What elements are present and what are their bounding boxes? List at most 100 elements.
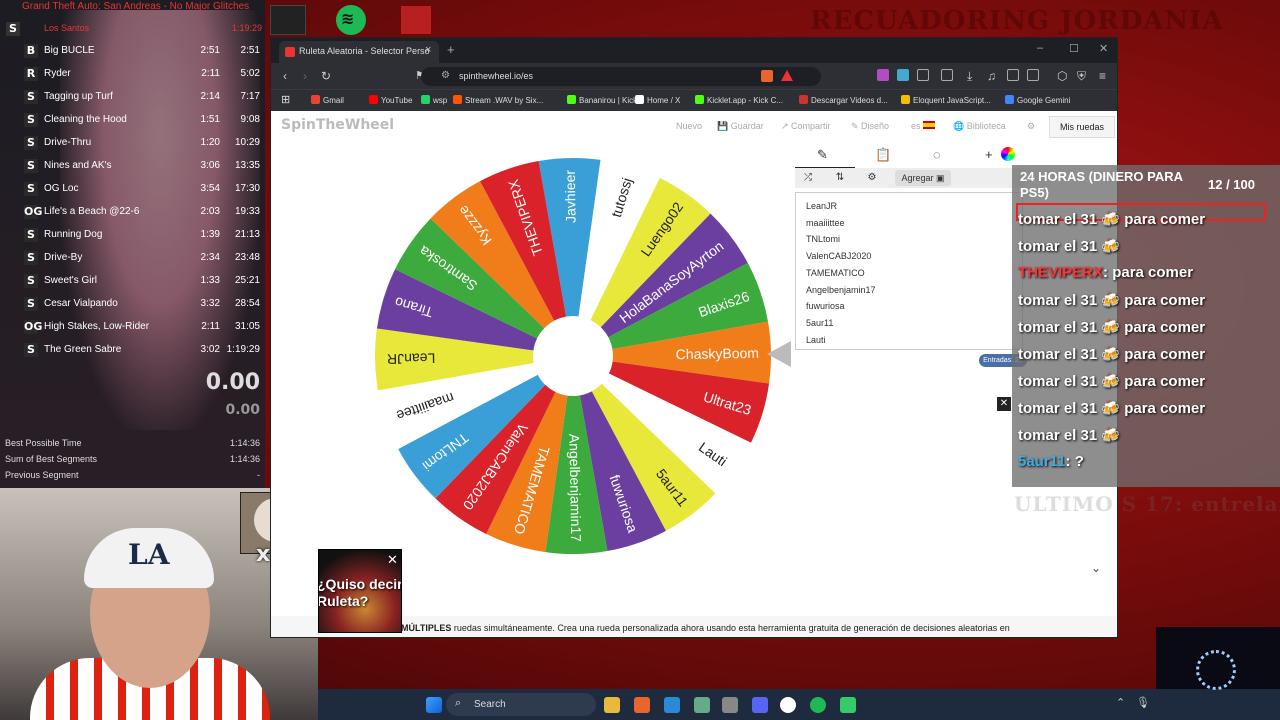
app-icon[interactable] xyxy=(694,697,710,713)
shield-icon[interactable]: ⛨ xyxy=(1077,69,1086,84)
popup-close-icon[interactable]: ✕ xyxy=(387,552,398,568)
entry-line: TNLtomi xyxy=(806,234,841,245)
chat-overlay: 24 HORAS (DINERO PARA PS5) 12 / 100 toma… xyxy=(1012,165,1280,487)
taskbar-search[interactable]: ⌕ Search xyxy=(446,693,596,716)
chat-text: tomar el 31 🍻 xyxy=(1018,427,1121,444)
color-wheel-icon[interactable] xyxy=(1001,147,1015,161)
file-explorer-icon[interactable] xyxy=(604,697,620,713)
menu-icon[interactable]: ≡ xyxy=(1099,69,1106,83)
microphone-icon[interactable]: 🎙 xyxy=(1136,696,1150,709)
new-tab-icon[interactable]: + xyxy=(447,42,455,57)
bookmark-item[interactable]: YouTube xyxy=(369,95,412,105)
minimize-icon[interactable]: – xyxy=(1037,42,1043,54)
chat-text: tomar el 31 🍻 para comer xyxy=(1018,211,1206,228)
split-segment-time: 1:20 xyxy=(200,137,220,148)
reload-icon[interactable]: ↻ xyxy=(321,69,331,83)
bookmark-item[interactable]: Gmail xyxy=(311,95,344,105)
close-ad-icon[interactable]: ✕ xyxy=(997,397,1011,411)
split-name: Tagging up Turf xyxy=(44,91,113,102)
last-sub-banner: ULTIMO S 17: entrelais xyxy=(1014,492,1280,516)
split-total-time: 28:54 xyxy=(234,298,260,309)
bookmark-item[interactable]: Google Gemini xyxy=(1005,95,1070,105)
split-segment-time: 2:34 xyxy=(200,252,220,263)
screenshot-icon[interactable] xyxy=(941,69,953,81)
split-row: S OG Loc 3:54 17:30 xyxy=(0,178,265,201)
results-tab-icon[interactable]: 📋 xyxy=(875,147,891,163)
entries-textarea[interactable]: LeanJR maaiiittee TNLtomi ValenCABJ2020 TAME… xyxy=(795,192,1023,350)
close-window-icon[interactable]: ✕ xyxy=(1099,42,1108,55)
chevron-up-icon[interactable]: ⌃ xyxy=(1116,696,1125,709)
advanced-icon[interactable]: ⚙ xyxy=(859,170,885,186)
bookmark-item[interactable]: Descargar Videos d... xyxy=(799,95,888,105)
download-icon[interactable]: ⤓ xyxy=(967,69,972,84)
bookmark-item[interactable]: Kicklet.app - Kick C... xyxy=(695,95,783,105)
brave-shield-icon[interactable] xyxy=(761,70,773,82)
maximize-icon[interactable]: ☐ xyxy=(1069,42,1079,55)
edit-tab-icon[interactable]: ✎ xyxy=(817,147,828,163)
add-wheel-icon[interactable]: + xyxy=(985,147,993,162)
cap-logo: LA xyxy=(128,538,170,571)
extension-icon[interactable] xyxy=(897,69,909,81)
media-icon[interactable]: ♫ xyxy=(987,69,996,83)
bookmark-item[interactable]: Bananirou | Kick xyxy=(567,95,637,105)
segment-timer: 0.00 xyxy=(225,402,260,418)
split-icon: S xyxy=(24,159,38,173)
sort-icon[interactable]: ⇅ xyxy=(827,170,853,186)
extension-icon[interactable] xyxy=(917,69,929,81)
bookmark-item[interactable]: Home / X xyxy=(635,95,680,105)
vpn-icon[interactable]: ⬡ xyxy=(1057,69,1067,83)
panel-actions: ⤮ ⇅ ⚙ Agregar ▣ xyxy=(795,168,1025,188)
app-icon[interactable] xyxy=(840,697,856,713)
split-segment-time: 1:39 xyxy=(200,229,220,240)
shuffle-icon[interactable]: ⤮ xyxy=(795,170,821,186)
site-info-icon[interactable]: ⚙ xyxy=(441,70,450,81)
bookmark-item[interactable]: Eloquent JavaScript... xyxy=(901,95,991,105)
site-logo[interactable]: SpinTheWheel xyxy=(281,117,394,133)
hidden-tab-icon[interactable]: ◌ xyxy=(933,147,941,162)
split-name: Sweet's Girl xyxy=(44,275,98,286)
splits-game-title: Grand Theft Auto: San Andreas - No Major… xyxy=(22,1,250,12)
bookmark-item[interactable]: wsp xyxy=(421,95,447,105)
start-icon[interactable] xyxy=(426,697,442,713)
bookmark-item[interactable]: Stream .WAV by Six... xyxy=(453,95,543,105)
obs-icon[interactable] xyxy=(780,697,796,713)
menu-share[interactable]: ↗ Compartir xyxy=(781,121,831,132)
brave-icon[interactable] xyxy=(634,697,650,713)
sidebar-icon[interactable] xyxy=(1007,69,1019,81)
stat-previous-segment: Previous Segment - xyxy=(5,470,260,480)
split-row: B Big BUCLE 2:51 2:51 xyxy=(0,40,265,63)
split-segment-time: 2:11 xyxy=(201,68,220,79)
browser-tab[interactable]: Ruleta Aleatoria - Selector Perso × xyxy=(279,41,439,63)
stat-sum-of-best: Sum of Best Segments 1:14:36 xyxy=(5,454,260,464)
entry-line: 5aur11 xyxy=(806,317,834,328)
roulette-suggestion-popup[interactable]: ¿Quiso decir Ruleta? ✕ xyxy=(318,549,402,633)
back-icon[interactable]: ‹ xyxy=(283,69,287,83)
settings-icon[interactable]: ⚙ xyxy=(1027,121,1035,132)
extension-icon[interactable] xyxy=(877,69,889,81)
discord-icon[interactable] xyxy=(752,697,768,713)
bookmark-favicon-icon xyxy=(1005,95,1014,104)
my-wheels-button[interactable]: Mis ruedas xyxy=(1049,116,1115,138)
menu-save[interactable]: 💾 Guardar xyxy=(717,121,764,132)
spin-wheel[interactable]: Javhieer tutossjLuengo02HolaBanaSoyAyrton… xyxy=(373,156,773,556)
livesplit-panel: Grand Theft Auto: San Andreas - No Major… xyxy=(0,0,265,488)
split-name: Nines and AK's xyxy=(44,160,112,171)
wallet-icon[interactable] xyxy=(1027,69,1039,81)
brave-rewards-icon[interactable] xyxy=(781,70,793,81)
menu-library[interactable]: 🌐 Biblioteca xyxy=(953,121,1006,132)
forward-icon[interactable]: › xyxy=(303,69,307,83)
vscode-icon[interactable] xyxy=(664,697,680,713)
tab-close-icon[interactable]: × xyxy=(425,44,431,56)
menu-new[interactable]: Nuevo xyxy=(676,121,702,131)
wheel-center[interactable] xyxy=(533,316,613,396)
menu-language[interactable]: es xyxy=(911,121,936,131)
split-name: High Stakes, Low-Rider xyxy=(44,321,150,332)
add-image-button[interactable]: Agregar ▣ xyxy=(895,170,951,186)
chat-text: tomar el 31 🍻 xyxy=(1018,238,1121,255)
settings-icon[interactable] xyxy=(722,697,738,713)
spotify-icon[interactable] xyxy=(810,697,826,713)
menu-design[interactable]: ✎ Diseño xyxy=(851,121,889,132)
apps-icon[interactable]: ⊞ xyxy=(281,93,290,106)
chevron-down-icon[interactable]: ⌄ xyxy=(1091,561,1101,575)
address-bar[interactable]: ⚙ spinthewheel.io/es xyxy=(421,67,821,86)
